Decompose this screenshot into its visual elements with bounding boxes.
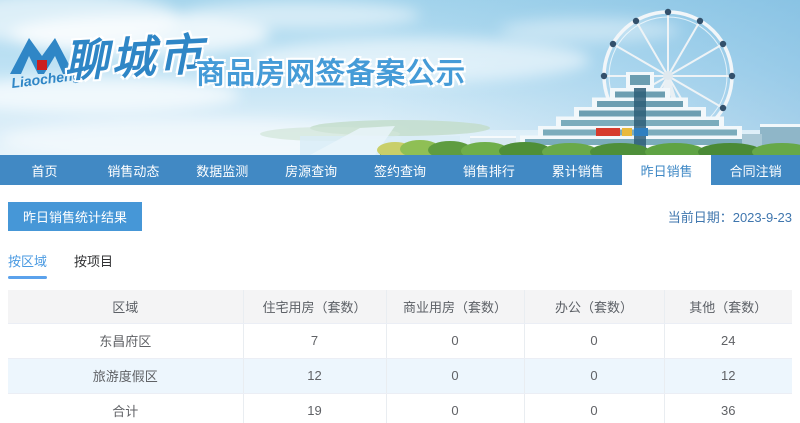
value-cell: 0 <box>386 358 525 394</box>
value-cell: 24 <box>664 323 792 359</box>
nav-item-yesterday-sales[interactable]: 昨日销售 <box>622 155 712 185</box>
col-header-commercial: 商业用房（套数） <box>386 290 525 324</box>
value-cell: 12 <box>243 358 387 394</box>
section-head: 昨日销售统计结果 当前日期：2023-9-23 <box>8 202 792 231</box>
logo-red-square <box>37 60 47 70</box>
nav-item-listing-query[interactable]: 房源查询 <box>267 155 356 185</box>
table-header-row: 区域 住宅用房（套数） 商业用房（套数） 办公（套数） 其他（套数） <box>8 290 792 324</box>
site-title: 商品房网签备案公示 <box>196 58 467 90</box>
value-cell: 7 <box>243 323 387 359</box>
table-row-total: 合计 19 0 0 36 <box>8 393 792 423</box>
nav-item-contract-query[interactable]: 签约查询 <box>356 155 445 185</box>
view-tabs: 按区域 按项目 <box>8 251 792 279</box>
value-cell: 0 <box>386 323 525 359</box>
region-cell: 旅游度假区 <box>8 358 244 394</box>
sales-table: 区域 住宅用房（套数） 商业用房（套数） 办公（套数） 其他（套数） 东昌府区 … <box>8 290 792 423</box>
value-cell: 0 <box>386 393 525 423</box>
value-cell: 0 <box>524 323 665 359</box>
current-date: 当前日期：2023-9-23 <box>667 210 792 225</box>
table-row-tourism-resort: 旅游度假区 12 0 0 12 <box>8 358 792 394</box>
page-title: 昨日销售统计结果 <box>8 202 143 231</box>
nav-item-cumulative-sales[interactable]: 累计销售 <box>533 155 622 185</box>
site-name-calligraphy: 聊城市 <box>63 30 207 87</box>
value-cell: 0 <box>524 358 665 394</box>
nav-item-sales-dynamics[interactable]: 销售动态 <box>89 155 178 185</box>
region-cell: 东昌府区 <box>8 323 244 359</box>
main-nav: 首页 销售动态 数据监测 房源查询 签约查询 销售排行 累计销售 昨日销售 合同… <box>0 155 800 185</box>
site-header: Liaocheng 聊城市 商品房网签备案公示 <box>0 0 800 155</box>
tab-by-region[interactable]: 按区域 <box>8 251 48 279</box>
value-cell: 19 <box>243 393 387 423</box>
value-cell: 0 <box>524 393 665 423</box>
region-cell: 合计 <box>8 393 244 423</box>
nav-item-data-monitoring[interactable]: 数据监测 <box>178 155 267 185</box>
value-cell: 36 <box>664 393 792 423</box>
table-row-dongchangfu: 东昌府区 7 0 0 24 <box>8 323 792 359</box>
col-header-residential: 住宅用房（套数） <box>243 290 387 324</box>
col-header-region: 区域 <box>8 290 244 324</box>
main-content: 昨日销售统计结果 当前日期：2023-9-23 按区域 按项目 区域 住宅用房（… <box>0 202 800 423</box>
nav-item-sales-ranking[interactable]: 销售排行 <box>444 155 533 185</box>
nav-item-home[interactable]: 首页 <box>0 155 89 185</box>
nav-item-contract-cancellation[interactable]: 合同注销 <box>711 155 800 185</box>
tab-by-project[interactable]: 按项目 <box>74 251 113 279</box>
col-header-office: 办公（套数） <box>524 290 665 324</box>
col-header-other: 其他（套数） <box>664 290 792 324</box>
value-cell: 12 <box>664 358 792 394</box>
